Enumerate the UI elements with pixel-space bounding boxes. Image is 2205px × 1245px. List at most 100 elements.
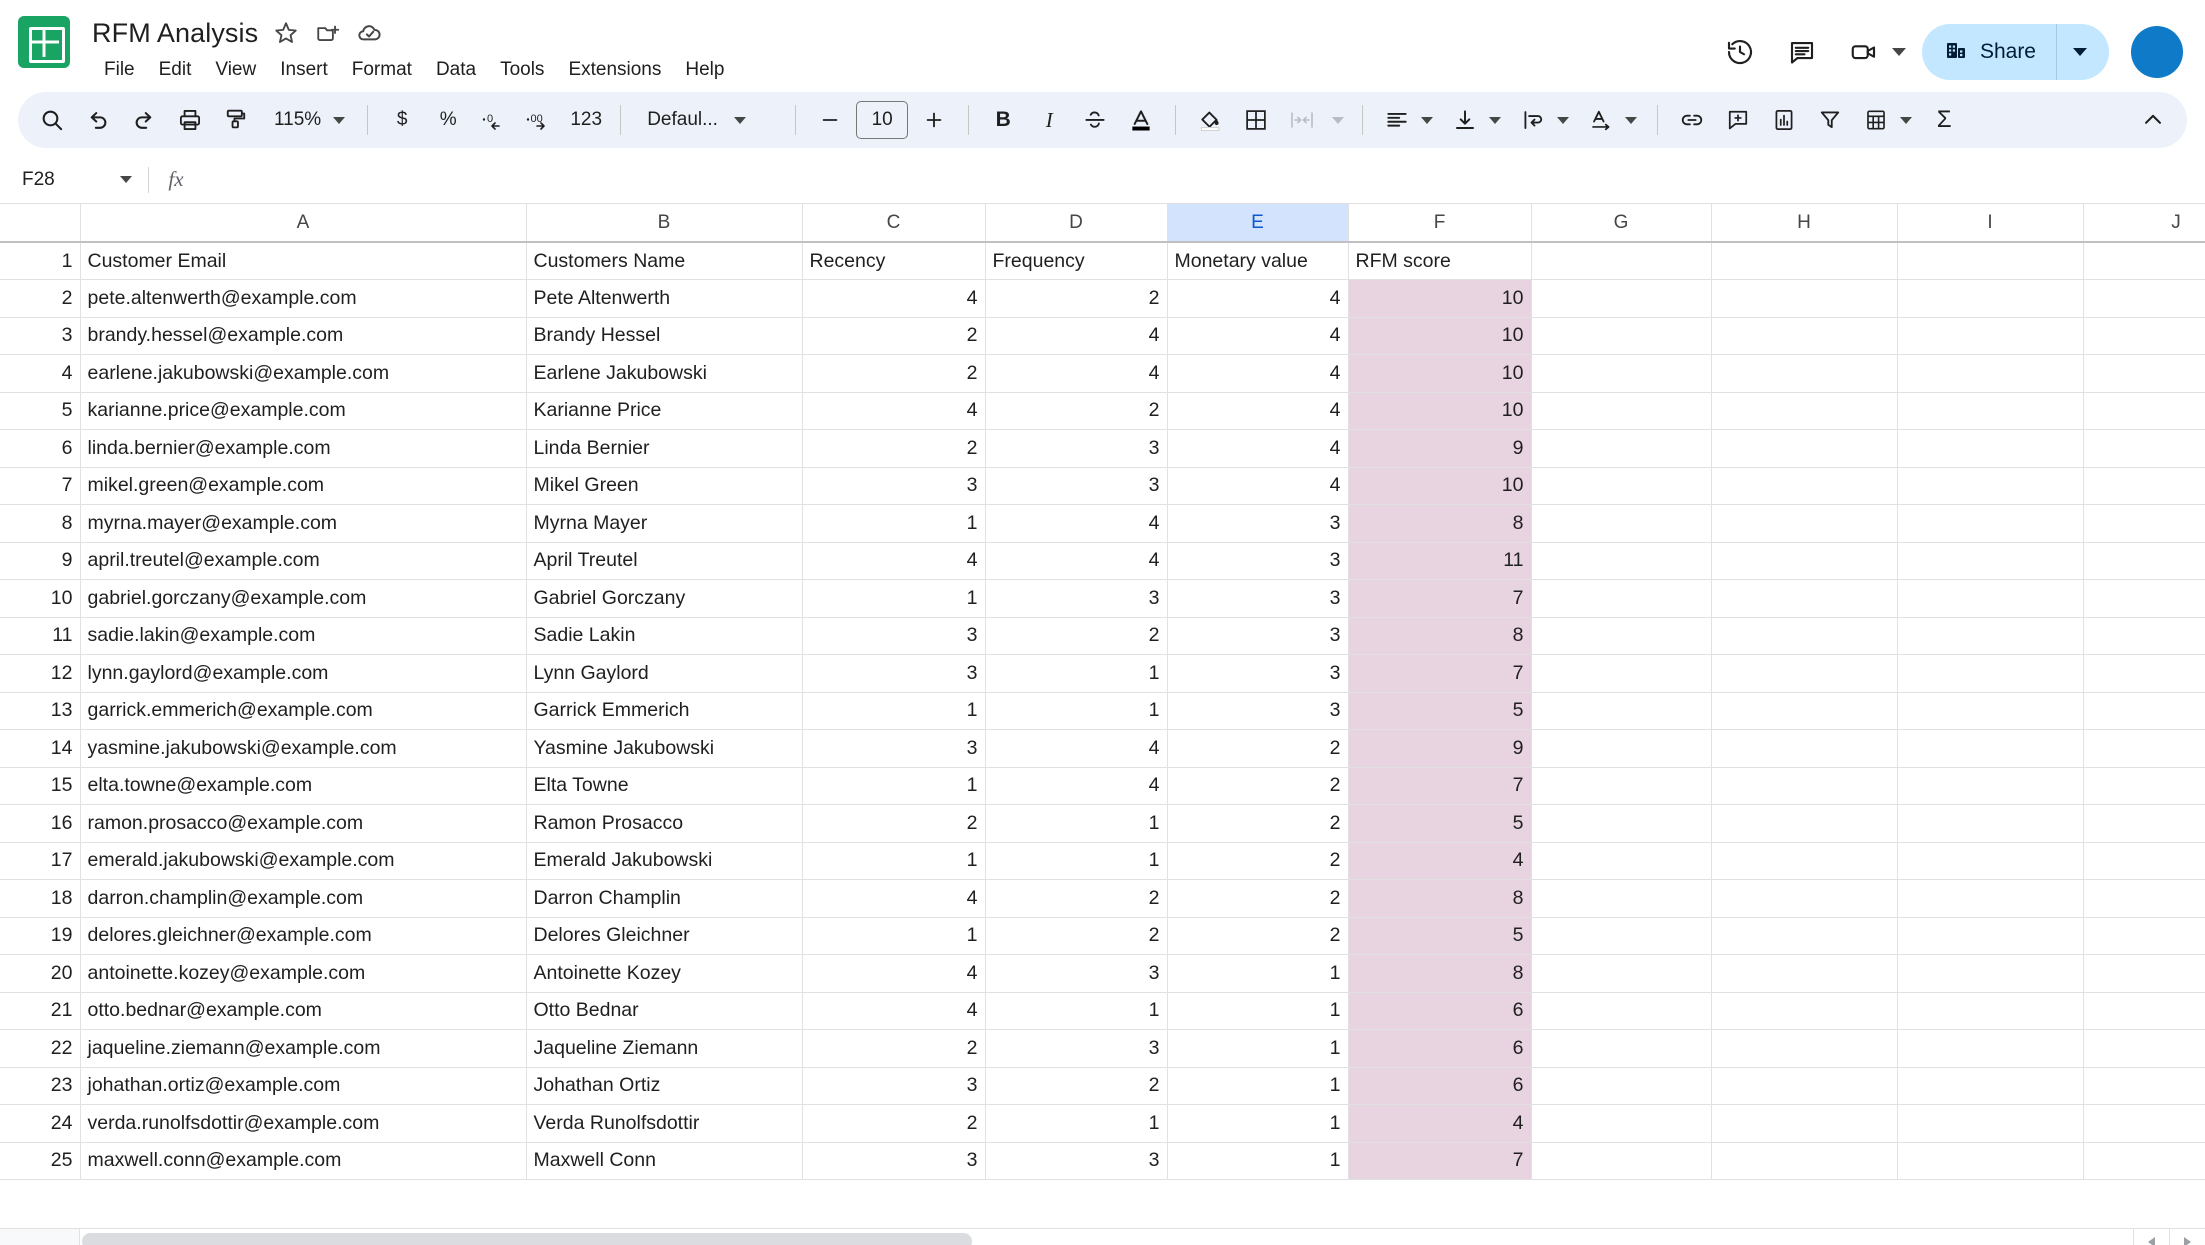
cell-J9[interactable] — [2083, 542, 2205, 580]
cell-G11[interactable] — [1531, 617, 1711, 655]
cell-H2[interactable] — [1711, 280, 1897, 318]
cell-I13[interactable] — [1897, 692, 2083, 730]
cell-J11[interactable] — [2083, 617, 2205, 655]
cell-A9[interactable]: april.treutel@example.com — [80, 542, 526, 580]
cell-F3[interactable]: 10 — [1348, 317, 1531, 355]
strikethrough-icon[interactable] — [1073, 98, 1117, 142]
version-history-icon[interactable] — [1714, 26, 1766, 78]
cell-D24[interactable]: 1 — [985, 1105, 1167, 1143]
star-icon[interactable] — [272, 19, 300, 47]
cell-G17[interactable] — [1531, 842, 1711, 880]
comment-icon[interactable] — [1776, 26, 1828, 78]
cell-C5[interactable]: 4 — [802, 392, 985, 430]
cell-D10[interactable]: 3 — [985, 580, 1167, 618]
column-header-D[interactable]: D — [985, 204, 1167, 242]
percent-format-icon[interactable]: % — [426, 98, 470, 142]
cell-H23[interactable] — [1711, 1067, 1897, 1105]
cell-A14[interactable]: yasmine.jakubowski@example.com — [80, 730, 526, 768]
cell-G19[interactable] — [1531, 917, 1711, 955]
cell-A18[interactable]: darron.champlin@example.com — [80, 880, 526, 918]
cell-D7[interactable]: 3 — [985, 467, 1167, 505]
undo-icon[interactable] — [76, 98, 120, 142]
cell-B6[interactable]: Linda Bernier — [526, 430, 802, 468]
cell-H12[interactable] — [1711, 655, 1897, 693]
cell-E21[interactable]: 1 — [1167, 992, 1348, 1030]
row-header[interactable]: 3 — [0, 317, 80, 355]
cell-F2[interactable]: 10 — [1348, 280, 1531, 318]
cell-A4[interactable]: earlene.jakubowski@example.com — [80, 355, 526, 393]
cell-D20[interactable]: 3 — [985, 955, 1167, 993]
cell-D5[interactable]: 2 — [985, 392, 1167, 430]
cell-C1[interactable]: Recency — [802, 242, 985, 280]
cell-F20[interactable]: 8 — [1348, 955, 1531, 993]
cell-C16[interactable]: 2 — [802, 805, 985, 843]
cell-E22[interactable]: 1 — [1167, 1030, 1348, 1068]
row-header[interactable]: 25 — [0, 1142, 80, 1180]
cell-H21[interactable] — [1711, 992, 1897, 1030]
cell-D22[interactable]: 3 — [985, 1030, 1167, 1068]
font-size-input[interactable] — [856, 101, 908, 139]
cell-C2[interactable]: 4 — [802, 280, 985, 318]
menu-file[interactable]: File — [92, 55, 147, 85]
row-header[interactable]: 14 — [0, 730, 80, 768]
cell-B19[interactable]: Delores Gleichner — [526, 917, 802, 955]
cell-D6[interactable]: 3 — [985, 430, 1167, 468]
cell-D13[interactable]: 1 — [985, 692, 1167, 730]
cell-J10[interactable] — [2083, 580, 2205, 618]
menu-insert[interactable]: Insert — [268, 55, 340, 85]
cell-I10[interactable] — [1897, 580, 2083, 618]
insert-chart-icon[interactable] — [1762, 98, 1806, 142]
horizontal-scrollbar[interactable] — [0, 1228, 2205, 1245]
cell-F18[interactable]: 8 — [1348, 880, 1531, 918]
cell-A25[interactable]: maxwell.conn@example.com — [80, 1142, 526, 1180]
cell-B20[interactable]: Antoinette Kozey — [526, 955, 802, 993]
cell-E16[interactable]: 2 — [1167, 805, 1348, 843]
column-header-E[interactable]: E — [1167, 204, 1348, 242]
column-header-C[interactable]: C — [802, 204, 985, 242]
horizontal-scroll-thumb[interactable] — [82, 1233, 972, 1245]
increase-decimal-icon[interactable]: 00 — [518, 98, 562, 142]
cell-A2[interactable]: pete.altenwerth@example.com — [80, 280, 526, 318]
cell-B18[interactable]: Darron Champlin — [526, 880, 802, 918]
cell-I8[interactable] — [1897, 505, 2083, 543]
cell-C25[interactable]: 3 — [802, 1142, 985, 1180]
menu-extensions[interactable]: Extensions — [556, 55, 673, 85]
cell-F10[interactable]: 7 — [1348, 580, 1531, 618]
column-header-A[interactable]: A — [80, 204, 526, 242]
spreadsheet-grid[interactable]: A B C D E F G H I J 1Customer EmailCusto… — [0, 204, 2205, 1245]
cell-D1[interactable]: Frequency — [985, 242, 1167, 280]
cell-B16[interactable]: Ramon Prosacco — [526, 805, 802, 843]
cell-F4[interactable]: 10 — [1348, 355, 1531, 393]
cell-E9[interactable]: 3 — [1167, 542, 1348, 580]
cell-B5[interactable]: Karianne Price — [526, 392, 802, 430]
cell-J3[interactable] — [2083, 317, 2205, 355]
print-icon[interactable] — [168, 98, 212, 142]
cell-B2[interactable]: Pete Altenwerth — [526, 280, 802, 318]
cell-H18[interactable] — [1711, 880, 1897, 918]
cell-B9[interactable]: April Treutel — [526, 542, 802, 580]
cell-E3[interactable]: 4 — [1167, 317, 1348, 355]
cell-D19[interactable]: 2 — [985, 917, 1167, 955]
cell-G9[interactable] — [1531, 542, 1711, 580]
cell-J6[interactable] — [2083, 430, 2205, 468]
row-header[interactable]: 20 — [0, 955, 80, 993]
cell-C12[interactable]: 3 — [802, 655, 985, 693]
cell-D18[interactable]: 2 — [985, 880, 1167, 918]
menu-tools[interactable]: Tools — [488, 55, 556, 85]
bold-icon[interactable]: B — [981, 98, 1025, 142]
row-header[interactable]: 11 — [0, 617, 80, 655]
column-header-B[interactable]: B — [526, 204, 802, 242]
cell-F16[interactable]: 5 — [1348, 805, 1531, 843]
font-family-selector[interactable]: Defaul... — [633, 98, 783, 142]
avatar[interactable] — [2131, 26, 2183, 78]
cell-I6[interactable] — [1897, 430, 2083, 468]
cell-J23[interactable] — [2083, 1067, 2205, 1105]
cell-F12[interactable]: 7 — [1348, 655, 1531, 693]
cell-F5[interactable]: 10 — [1348, 392, 1531, 430]
cell-H24[interactable] — [1711, 1105, 1897, 1143]
cell-G2[interactable] — [1531, 280, 1711, 318]
row-header[interactable]: 1 — [0, 242, 80, 280]
cell-H1[interactable] — [1711, 242, 1897, 280]
cell-H7[interactable] — [1711, 467, 1897, 505]
cell-H6[interactable] — [1711, 430, 1897, 468]
